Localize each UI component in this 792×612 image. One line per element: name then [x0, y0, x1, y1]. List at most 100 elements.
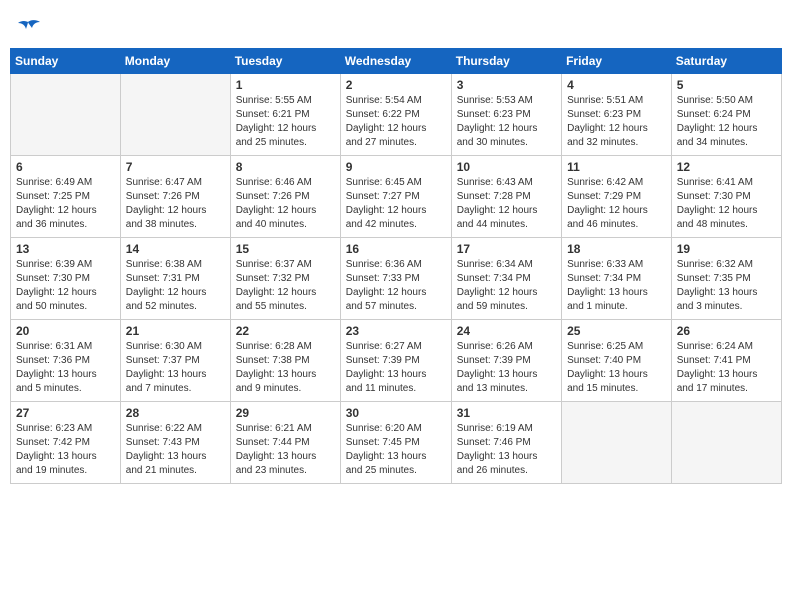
calendar-cell: 28 Sunrise: 6:22 AMSunset: 7:43 PMDayligh…: [120, 402, 230, 484]
calendar-cell: 23 Sunrise: 6:27 AMSunset: 7:39 PMDayligh…: [340, 320, 451, 402]
day-info: Sunrise: 6:37 AMSunset: 7:32 PMDaylight:…: [236, 258, 335, 314]
day-info: Sunrise: 6:25 AMSunset: 7:40 PMDaylight:…: [567, 340, 666, 396]
calendar-cell: 27 Sunrise: 6:23 AMSunset: 7:42 PMDayligh…: [11, 402, 121, 484]
calendar-cell: 31 Sunrise: 6:19 AMSunset: 7:46 PMDayligh…: [451, 402, 561, 484]
calendar-cell: 5Sunrise: 5:50 AMSunset: 6:24 PMDaylight…: [671, 74, 781, 156]
day-number: 12: [677, 160, 776, 174]
calendar-table: SundayMondayTuesdayWednesdayThursdayFrid…: [10, 48, 782, 484]
day-number: 21: [126, 324, 225, 338]
day-info: Sunrise: 6:30 AMSunset: 7:37 PMDaylight:…: [126, 340, 225, 396]
day-number: 5: [677, 78, 776, 92]
day-info: Sunrise: 6:34 AMSunset: 7:34 PMDaylight:…: [457, 258, 556, 314]
day-info: Sunrise: 6:31 AMSunset: 7:36 PMDaylight:…: [16, 340, 115, 396]
day-number: 7: [126, 160, 225, 174]
calendar-week-row: 6Sunrise: 6:49 AMSunset: 7:25 PMDaylight…: [11, 156, 782, 238]
calendar-cell: 8 Sunrise: 6:46 AMSunset: 7:26 PMDaylight…: [230, 156, 340, 238]
calendar-cell: 29 Sunrise: 6:21 AMSunset: 7:44 PMDayligh…: [230, 402, 340, 484]
day-info: Sunrise: 5:51 AMSunset: 6:23 PMDaylight:…: [567, 94, 666, 150]
calendar-week-row: 1 Sunrise: 5:55 AMSunset: 6:21 PMDaylight…: [11, 74, 782, 156]
day-number: 14: [126, 242, 225, 256]
day-number: 4: [567, 78, 666, 92]
calendar-week-row: 27 Sunrise: 6:23 AMSunset: 7:42 PMDayligh…: [11, 402, 782, 484]
calendar-day-header: Sunday: [11, 49, 121, 74]
day-number: 31: [457, 406, 556, 420]
calendar-cell: [562, 402, 672, 484]
day-number: 16: [346, 242, 446, 256]
calendar-day-header: Tuesday: [230, 49, 340, 74]
day-number: 29: [236, 406, 335, 420]
calendar-cell: 7 Sunrise: 6:47 AMSunset: 7:26 PMDaylight…: [120, 156, 230, 238]
day-info: Sunrise: 6:27 AMSunset: 7:39 PMDaylight:…: [346, 340, 446, 396]
day-number: 15: [236, 242, 335, 256]
calendar-cell: 14Sunrise: 6:38 AMSunset: 7:31 PMDayligh…: [120, 238, 230, 320]
calendar-cell: 17 Sunrise: 6:34 AMSunset: 7:34 PMDayligh…: [451, 238, 561, 320]
day-number: 23: [346, 324, 446, 338]
day-info: Sunrise: 6:32 AMSunset: 7:35 PMDaylight:…: [677, 258, 776, 314]
calendar-cell: 18Sunrise: 6:33 AMSunset: 7:34 PMDayligh…: [562, 238, 672, 320]
calendar-cell: 11 Sunrise: 6:42 AMSunset: 7:29 PMDayligh…: [562, 156, 672, 238]
calendar-cell: 3 Sunrise: 5:53 AMSunset: 6:23 PMDaylight…: [451, 74, 561, 156]
day-number: 18: [567, 242, 666, 256]
logo: [14, 18, 46, 40]
day-number: 25: [567, 324, 666, 338]
calendar-cell: 19Sunrise: 6:32 AMSunset: 7:35 PMDayligh…: [671, 238, 781, 320]
day-number: 3: [457, 78, 556, 92]
day-info: Sunrise: 6:42 AMSunset: 7:29 PMDaylight:…: [567, 176, 666, 232]
day-number: 1: [236, 78, 335, 92]
day-info: Sunrise: 6:20 AMSunset: 7:45 PMDaylight:…: [346, 422, 446, 478]
day-info: Sunrise: 6:28 AMSunset: 7:38 PMDaylight:…: [236, 340, 335, 396]
calendar-cell: 26 Sunrise: 6:24 AMSunset: 7:41 PMDayligh…: [671, 320, 781, 402]
day-number: 8: [236, 160, 335, 174]
day-number: 27: [16, 406, 115, 420]
day-number: 22: [236, 324, 335, 338]
day-info: Sunrise: 6:45 AMSunset: 7:27 PMDaylight:…: [346, 176, 446, 232]
day-info: Sunrise: 6:43 AMSunset: 7:28 PMDaylight:…: [457, 176, 556, 232]
day-info: Sunrise: 6:47 AMSunset: 7:26 PMDaylight:…: [126, 176, 225, 232]
day-info: Sunrise: 5:55 AMSunset: 6:21 PMDaylight:…: [236, 94, 335, 150]
day-info: Sunrise: 6:19 AMSunset: 7:46 PMDaylight:…: [457, 422, 556, 478]
calendar-cell: 13 Sunrise: 6:39 AMSunset: 7:30 PMDayligh…: [11, 238, 121, 320]
day-number: 9: [346, 160, 446, 174]
calendar-cell: 1 Sunrise: 5:55 AMSunset: 6:21 PMDaylight…: [230, 74, 340, 156]
day-info: Sunrise: 6:24 AMSunset: 7:41 PMDaylight:…: [677, 340, 776, 396]
calendar-cell: 30 Sunrise: 6:20 AMSunset: 7:45 PMDayligh…: [340, 402, 451, 484]
calendar-cell: 9 Sunrise: 6:45 AMSunset: 7:27 PMDaylight…: [340, 156, 451, 238]
calendar-cell: 16 Sunrise: 6:36 AMSunset: 7:33 PMDayligh…: [340, 238, 451, 320]
calendar-day-header: Friday: [562, 49, 672, 74]
calendar-cell: 24Sunrise: 6:26 AMSunset: 7:39 PMDayligh…: [451, 320, 561, 402]
day-info: Sunrise: 6:21 AMSunset: 7:44 PMDaylight:…: [236, 422, 335, 478]
day-number: 24: [457, 324, 556, 338]
day-number: 17: [457, 242, 556, 256]
day-number: 13: [16, 242, 115, 256]
logo-icon: [14, 18, 42, 40]
day-number: 10: [457, 160, 556, 174]
day-info: Sunrise: 6:36 AMSunset: 7:33 PMDaylight:…: [346, 258, 446, 314]
day-info: Sunrise: 5:53 AMSunset: 6:23 PMDaylight:…: [457, 94, 556, 150]
calendar-cell: 25 Sunrise: 6:25 AMSunset: 7:40 PMDayligh…: [562, 320, 672, 402]
calendar-cell: 21 Sunrise: 6:30 AMSunset: 7:37 PMDayligh…: [120, 320, 230, 402]
calendar-cell: [120, 74, 230, 156]
calendar-cell: 15 Sunrise: 6:37 AMSunset: 7:32 PMDayligh…: [230, 238, 340, 320]
calendar-week-row: 20 Sunrise: 6:31 AMSunset: 7:36 PMDayligh…: [11, 320, 782, 402]
calendar-cell: 6Sunrise: 6:49 AMSunset: 7:25 PMDaylight…: [11, 156, 121, 238]
day-info: Sunrise: 6:22 AMSunset: 7:43 PMDaylight:…: [126, 422, 225, 478]
day-info: Sunrise: 6:23 AMSunset: 7:42 PMDaylight:…: [16, 422, 115, 478]
calendar-cell: 12 Sunrise: 6:41 AMSunset: 7:30 PMDayligh…: [671, 156, 781, 238]
calendar-cell: 2Sunrise: 5:54 AMSunset: 6:22 PMDaylight…: [340, 74, 451, 156]
calendar-cell: 4 Sunrise: 5:51 AMSunset: 6:23 PMDaylight…: [562, 74, 672, 156]
calendar-cell: 10 Sunrise: 6:43 AMSunset: 7:28 PMDayligh…: [451, 156, 561, 238]
day-number: 26: [677, 324, 776, 338]
calendar-header-row: SundayMondayTuesdayWednesdayThursdayFrid…: [11, 49, 782, 74]
day-info: Sunrise: 6:41 AMSunset: 7:30 PMDaylight:…: [677, 176, 776, 232]
calendar-day-header: Monday: [120, 49, 230, 74]
calendar-cell: [671, 402, 781, 484]
day-number: 30: [346, 406, 446, 420]
day-info: Sunrise: 6:49 AMSunset: 7:25 PMDaylight:…: [16, 176, 115, 232]
day-number: 28: [126, 406, 225, 420]
day-number: 11: [567, 160, 666, 174]
day-info: Sunrise: 6:46 AMSunset: 7:26 PMDaylight:…: [236, 176, 335, 232]
day-info: Sunrise: 5:54 AMSunset: 6:22 PMDaylight:…: [346, 94, 446, 150]
calendar-cell: 20 Sunrise: 6:31 AMSunset: 7:36 PMDayligh…: [11, 320, 121, 402]
day-info: Sunrise: 6:39 AMSunset: 7:30 PMDaylight:…: [16, 258, 115, 314]
day-number: 20: [16, 324, 115, 338]
